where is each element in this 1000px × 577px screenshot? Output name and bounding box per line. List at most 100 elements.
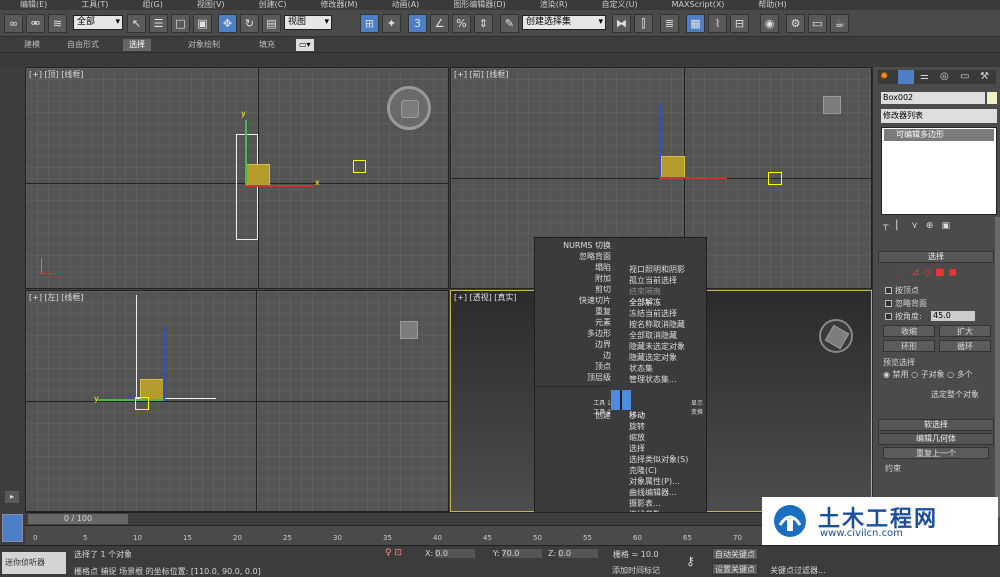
y-coord[interactable]: Y: 70.0 [493, 549, 542, 558]
viewcube-icon[interactable] [401, 100, 419, 118]
angle-snap-icon[interactable]: ∠ [430, 14, 449, 33]
z-coord[interactable]: Z: 0.0 [548, 549, 599, 558]
gizmo-plane[interactable] [661, 156, 685, 178]
quad-item-right[interactable]: 管理状态集... [629, 374, 705, 385]
quad-item-right[interactable]: 选择类似对象(S) [629, 454, 705, 465]
scene-explorer-icon[interactable]: ▦ [686, 14, 705, 33]
quad-item-left[interactable]: 忽略背面 [535, 251, 611, 262]
viewcube-ring[interactable] [387, 86, 431, 130]
layout-icon[interactable] [2, 514, 23, 542]
quad-item-right[interactable]: 全部取消隐藏 [629, 330, 705, 341]
stack-item[interactable]: 可编辑多边形 [884, 129, 994, 141]
time-slider-thumb[interactable]: 0 / 100 [28, 514, 128, 524]
viewport-left[interactable]: [+] [左] [线框] y [25, 290, 449, 512]
quad-item-left[interactable]: 重复 [535, 306, 611, 317]
window-crossing-icon[interactable]: ▣ [193, 14, 212, 33]
menu-item[interactable]: 创建(C) [259, 0, 287, 10]
quad-item-right[interactable]: 隐藏选定对象 [629, 352, 705, 363]
ribbon-options-icon[interactable]: ▭▾ [296, 39, 314, 51]
x-coord[interactable]: X: 0.0 [425, 549, 476, 558]
gizmo-plane[interactable] [246, 164, 270, 186]
quad-item-right[interactable]: 曲线编辑器... [629, 487, 705, 498]
quad-item-left[interactable]: 快速切片 [535, 295, 611, 306]
gizmo-y-arrow[interactable] [245, 120, 247, 184]
manipulate-icon[interactable]: ✦ [382, 14, 401, 33]
angle-spinner[interactable]: 45.0 [931, 311, 975, 321]
quad-item-right[interactable]: 选择 [629, 443, 705, 454]
viewport-top[interactable]: [+] [顶] [线框] y x [25, 67, 449, 289]
menu-item[interactable]: 视图(V) [197, 0, 225, 10]
quad-item-left[interactable]: 多边形 [535, 328, 611, 339]
render-frame-icon[interactable]: ▭ [808, 14, 827, 33]
quad-item-create[interactable]: 创建 [535, 410, 611, 421]
repeat-last-button[interactable]: 重复上一个 [883, 447, 989, 459]
stack-tools[interactable]: ┬▏⋎⊕▣ [883, 221, 993, 233]
menu-item[interactable]: MAXScript(X) [672, 0, 725, 10]
menu-item[interactable]: 编辑(E) [20, 0, 47, 10]
ribbon-tab-populate[interactable]: 填充 [259, 39, 275, 51]
menu-item[interactable]: 图形编辑器(D) [453, 0, 505, 10]
object-name-field[interactable]: Box002 [881, 92, 985, 104]
grow-button[interactable]: 扩大 [939, 325, 991, 337]
ref-coord-dropdown[interactable]: 视图 [284, 15, 332, 30]
quad-item-right[interactable]: 隐藏未选定对象 [629, 341, 705, 352]
quad-item-right[interactable]: 冻结当前选择 [629, 308, 705, 319]
quad-item-right[interactable]: 孤立当前选择 [629, 275, 705, 286]
spinner-snap-icon[interactable]: ⇕ [474, 14, 493, 33]
key-icon[interactable]: ⚷ [686, 554, 695, 568]
gizmo-x-arrow[interactable] [245, 185, 313, 187]
viewport-label[interactable]: [+] [前] [线框] [454, 69, 509, 80]
expand-arrow-icon[interactable]: ▸ [5, 491, 19, 503]
unlink-icon[interactable]: ⚮ [26, 14, 45, 33]
viewport-label[interactable]: [+] [顶] [线框] [29, 69, 84, 80]
gizmo-y-arrow[interactable] [98, 399, 164, 401]
layer-manager-icon[interactable]: ≣ [660, 14, 679, 33]
ribbon-tab-object-paint[interactable]: 对象绘制 [188, 39, 220, 51]
add-time-tag[interactable]: 添加时间标记 [612, 565, 660, 576]
edit-geometry-rollout[interactable]: 编辑几何体 [878, 433, 994, 445]
ring-button[interactable]: 环形 [883, 340, 935, 352]
ignore-backface-checkbox[interactable]: 忽略背面 [885, 298, 927, 309]
snap-toggle-icon[interactable]: 3 [408, 14, 427, 33]
select-move-icon[interactable]: ✥ [218, 14, 237, 33]
loop-button[interactable]: 循环 [939, 340, 991, 352]
display-tab-icon[interactable]: ▭ [960, 71, 969, 82]
set-key-button[interactable]: 设置关键点 [712, 563, 758, 575]
create-tab-icon[interactable]: ✹ [880, 71, 888, 82]
preview-radio-group[interactable]: ◉ 禁用 ○ 子对象 ○ 多个 [883, 369, 973, 380]
ribbon-tab-selection[interactable]: 选择 [123, 39, 151, 51]
select-rotate-icon[interactable]: ↻ [240, 14, 259, 33]
quad-item-right[interactable]: 旋转 [629, 421, 705, 432]
key-filters-button[interactable]: 关键点过滤器... [770, 565, 826, 576]
selection-rollout[interactable]: 选择 [878, 251, 994, 263]
menu-item[interactable]: 帮助(H) [758, 0, 786, 10]
utilities-tab-icon[interactable]: ⚒ [980, 71, 989, 82]
gizmo-x-arrow[interactable] [659, 177, 727, 179]
menu-item[interactable]: 自定义(U) [602, 0, 638, 10]
bind-spacewarp-icon[interactable]: ≋ [48, 14, 67, 33]
object-color-swatch[interactable] [987, 92, 997, 104]
auto-key-button[interactable]: 自动关键点 [712, 548, 758, 560]
box-object[interactable] [236, 134, 258, 240]
by-vertex-checkbox[interactable]: 按顶点 [885, 285, 919, 296]
viewcube-icon[interactable] [400, 321, 418, 339]
subobject-icons[interactable]: ⋰⊿◇■◼ [897, 267, 961, 278]
menu-item[interactable]: 渲染(R) [540, 0, 568, 10]
quad-item-right[interactable]: 移动 [629, 410, 705, 421]
isolate-icon[interactable]: ♀ ⊡ [385, 548, 402, 558]
quad-item-right[interactable]: 按名称取消隐藏 [629, 319, 705, 330]
menu-item[interactable]: 工具(T) [81, 0, 108, 10]
maxscript-listener[interactable]: 迷你侦听器 [2, 552, 66, 574]
quad-item-right[interactable]: 对象属性(P)... [629, 476, 705, 487]
quad-item-left[interactable]: 附加 [535, 273, 611, 284]
named-selection-dropdown[interactable]: 创建选择集 [522, 15, 606, 30]
menu-item[interactable]: 修改器(M) [320, 0, 357, 10]
time-slider[interactable]: 0 / 100 [25, 512, 872, 525]
render-icon[interactable]: ☕ [830, 14, 849, 33]
pivot-center-icon[interactable]: ⊞ [360, 14, 379, 33]
modifier-stack[interactable]: 可编辑多边形 [881, 127, 997, 215]
viewcube-icon[interactable] [823, 96, 841, 114]
quad-item-left[interactable]: 元素 [535, 317, 611, 328]
quad-item-right[interactable]: 状态集 [629, 363, 705, 374]
hierarchy-tab-icon[interactable]: ⚌ [920, 71, 929, 82]
